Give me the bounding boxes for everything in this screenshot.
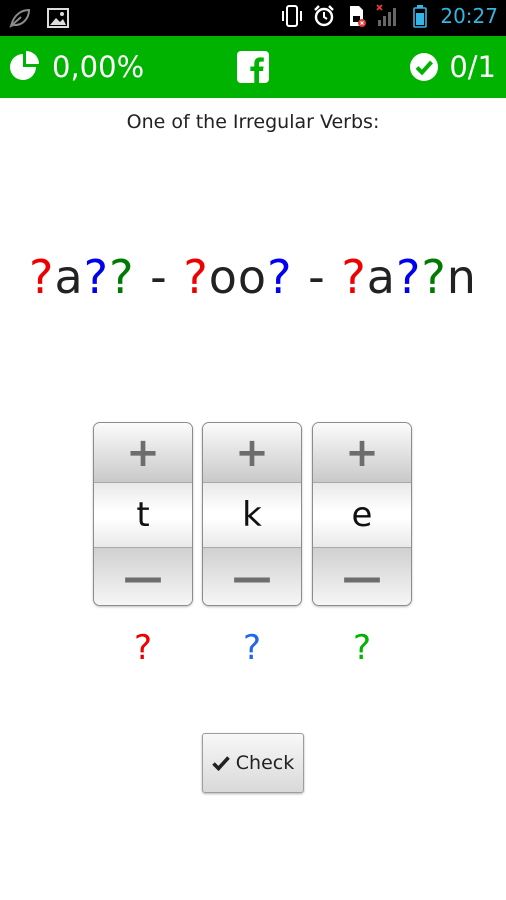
puzzle-text: a <box>54 250 84 304</box>
puzzle-text: n <box>446 250 477 304</box>
decrement-button[interactable]: — <box>94 547 192 605</box>
spinner-value: e <box>313 483 411 547</box>
clock: 20:27 <box>440 4 498 28</box>
alarm-icon <box>314 5 335 27</box>
hint-mark: ? <box>242 628 262 668</box>
app-header: 0,00% 0/1 <box>0 36 506 98</box>
hint-mark: ? <box>133 628 153 668</box>
sim-card-icon <box>350 6 367 27</box>
puzzle-missing-letter: ? <box>421 250 447 304</box>
question-prompt: One of the Irregular Verbs: <box>126 111 380 133</box>
spinner-value: t <box>94 483 192 547</box>
vibrate-icon <box>282 5 303 27</box>
check-circle-icon <box>410 53 439 81</box>
letter-spinner-3: + e — <box>312 422 412 606</box>
checkmark-icon <box>211 756 230 771</box>
verb-puzzle: ?a?? - ?oo? - ?a??n <box>0 250 506 304</box>
facebook-icon[interactable] <box>237 51 269 83</box>
increment-button[interactable]: + <box>203 423 301 483</box>
increment-button[interactable]: + <box>94 423 192 483</box>
letter-spinner-1: + t — <box>93 422 193 606</box>
pie-chart-icon <box>10 51 39 80</box>
check-button-label: Check <box>235 752 295 774</box>
score-value: 0/1 <box>449 50 496 84</box>
percentage-value: 0,00% <box>52 50 145 84</box>
hint-mark: ? <box>352 628 372 668</box>
spinner-value: k <box>203 483 301 547</box>
leaf-icon <box>9 8 31 28</box>
decrement-button[interactable]: — <box>203 547 301 605</box>
battery-icon <box>413 5 428 28</box>
signal-icon <box>376 4 397 26</box>
puzzle-missing-letter: ? <box>83 250 110 304</box>
puzzle-text: - <box>292 250 342 304</box>
progress-indicator: 0,00% <box>8 36 144 98</box>
puzzle-missing-letter: ? <box>395 250 422 304</box>
puzzle-text: a <box>366 250 396 304</box>
score-indicator: 0/1 <box>409 36 496 98</box>
increment-button[interactable]: + <box>313 423 411 483</box>
puzzle-missing-letter: ? <box>109 250 135 304</box>
image-icon <box>47 8 69 28</box>
letter-spinner-2: + k — <box>202 422 302 606</box>
puzzle-text: oo <box>208 250 268 304</box>
puzzle-missing-letter: ? <box>183 250 209 304</box>
puzzle-text: - <box>134 250 184 304</box>
check-button[interactable]: Check <box>202 733 304 793</box>
decrement-button[interactable]: — <box>313 547 411 605</box>
status-bar: 20:27 <box>0 0 506 36</box>
puzzle-missing-letter: ? <box>29 250 55 304</box>
puzzle-missing-letter: ? <box>341 250 367 304</box>
puzzle-missing-letter: ? <box>267 250 293 304</box>
